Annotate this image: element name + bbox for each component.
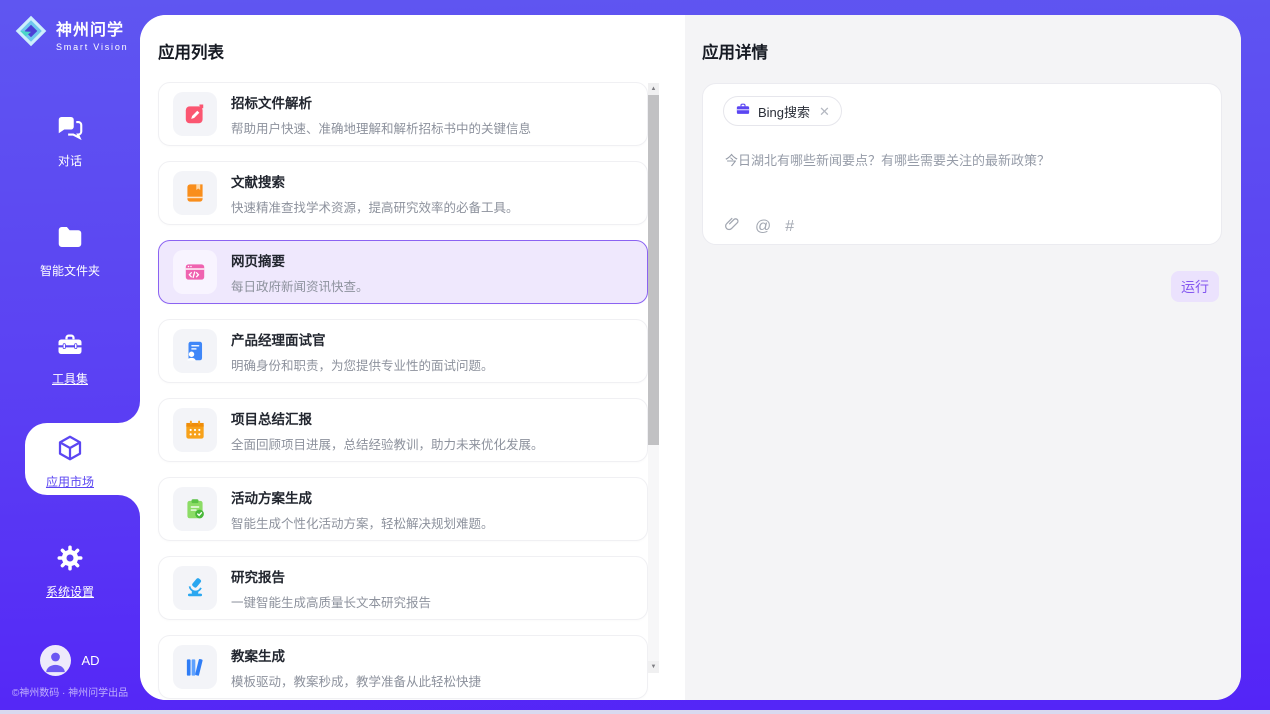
user-name: AD — [81, 653, 99, 668]
sidebar: 神州问学 Smart Vision 对话 智能文件夹 — [0, 0, 140, 714]
main-content: 应用列表 招标文件解析 帮助用户快速、准确地理解和解析招标书中的关键信息 — [140, 15, 1241, 700]
app-list-panel: 应用列表 招标文件解析 帮助用户快速、准确地理解和解析招标书中的关键信息 — [140, 15, 685, 700]
run-button[interactable]: 运行 — [1171, 271, 1219, 302]
brand: 神州问学 Smart Vision — [13, 13, 128, 54]
app-card-title: 教案生成 — [231, 645, 481, 665]
scroll-down-icon[interactable]: ▼ — [648, 661, 659, 673]
window-bottom-edge — [0, 710, 1270, 714]
app-detail-panel: 应用详情 Bing搜索 ✕ 今日湖北有哪些新闻要点？有哪些需要关注的最新政策？ — [685, 15, 1241, 700]
app-list-title: 应用列表 — [158, 39, 224, 63]
app-card-desc: 智能生成个性化活动方案，轻松解决规划难题。 — [231, 513, 494, 532]
app-card-title: 产品经理面试官 — [231, 329, 494, 349]
web-summary-icon — [173, 250, 217, 294]
tool-chip-label: Bing搜索 — [758, 102, 810, 121]
sidebar-item-label: 对话 — [0, 152, 140, 169]
paperclip-icon[interactable] — [723, 215, 741, 238]
bump-curve-bottom — [118, 495, 140, 517]
app-card-pm-interviewer[interactable]: 产品经理面试官 明确身份和职责，为您提供专业性的面试问题。 — [158, 319, 648, 383]
folder-icon — [55, 239, 85, 256]
app-card-web-summary[interactable]: 网页摘要 每日政府新闻资讯快查。 — [158, 240, 648, 304]
sidebar-item-settings[interactable]: 系统设置 — [0, 543, 140, 600]
app-card-literature-search[interactable]: 文献搜索 快速精准查找学术资源，提高研究效率的必备工具。 — [158, 161, 648, 225]
prompt-composer: Bing搜索 ✕ 今日湖北有哪些新闻要点？有哪些需要关注的最新政策？ @ # — [702, 83, 1222, 245]
app-card-title: 研究报告 — [231, 566, 431, 586]
at-icon[interactable]: @ — [755, 217, 771, 237]
query-input[interactable]: 今日湖北有哪些新闻要点？有哪些需要关注的最新政策？ — [725, 150, 1201, 169]
composer-toolbar: @ # — [723, 215, 794, 238]
app-card-research-report[interactable]: 研究报告 一键智能生成高质量长文本研究报告 — [158, 556, 648, 620]
app-card-title: 招标文件解析 — [231, 92, 531, 112]
app-card-desc: 全面回顾项目进展，总结经验教训，助力未来优化发展。 — [231, 434, 544, 453]
sidebar-item-label: 工具集 — [0, 370, 140, 387]
toolbox-icon — [55, 347, 85, 364]
sidebar-item-toolset[interactable]: 工具集 — [0, 330, 140, 387]
lesson-plan-icon — [173, 645, 217, 689]
activity-plan-icon — [173, 487, 217, 531]
briefcase-icon — [735, 101, 751, 122]
list-scrollbar[interactable]: ▲ ▼ — [648, 83, 659, 673]
project-summary-icon — [173, 408, 217, 452]
sidebar-item-chat[interactable]: 对话 — [0, 112, 140, 169]
app-card-desc: 明确身份和职责，为您提供专业性的面试问题。 — [231, 355, 494, 374]
diamond-logo-icon — [13, 13, 49, 54]
app-card-activity-plan[interactable]: 活动方案生成 智能生成个性化活动方案，轻松解决规划难题。 — [158, 477, 648, 541]
app-detail-title: 应用详情 — [702, 39, 768, 63]
app-card-title: 活动方案生成 — [231, 487, 494, 507]
user-account[interactable]: AD — [0, 645, 140, 676]
avatar-icon — [40, 645, 71, 676]
research-report-icon — [173, 566, 217, 610]
brand-subtitle: Smart Vision — [56, 42, 128, 52]
app-card-bid-analysis[interactable]: 招标文件解析 帮助用户快速、准确地理解和解析招标书中的关键信息 — [158, 82, 648, 146]
bump-curve-top — [118, 401, 140, 423]
app-card-desc: 快速精准查找学术资源，提高研究效率的必备工具。 — [231, 197, 519, 216]
bid-document-icon — [173, 92, 217, 136]
sidebar-item-smart-folder[interactable]: 智能文件夹 — [0, 222, 140, 279]
app-card-desc: 一键智能生成高质量长文本研究报告 — [231, 592, 431, 611]
tool-chip-bing-search[interactable]: Bing搜索 ✕ — [723, 96, 842, 126]
app-card-desc: 模板驱动，教案秒成，教学准备从此轻松快捷 — [231, 671, 481, 690]
cube-icon — [55, 450, 85, 467]
app-card-title: 网页摘要 — [231, 250, 369, 270]
pm-interviewer-icon — [173, 329, 217, 373]
app-card-desc: 帮助用户快速、准确地理解和解析招标书中的关键信息 — [231, 118, 531, 137]
app-card-title: 文献搜索 — [231, 171, 519, 191]
app-card-lesson-plan[interactable]: 教案生成 模板驱动，教案秒成，教学准备从此轻松快捷 — [158, 635, 648, 699]
app-card-project-summary[interactable]: 项目总结汇报 全面回顾项目进展，总结经验教训，助力未来优化发展。 — [158, 398, 648, 462]
literature-search-icon — [173, 171, 217, 215]
chat-icon — [55, 129, 85, 146]
sidebar-item-app-market[interactable]: 应用市场 — [0, 433, 140, 490]
app-list: 招标文件解析 帮助用户快速、准确地理解和解析招标书中的关键信息 文献搜索 快速精… — [158, 82, 648, 700]
sidebar-item-label: 应用市场 — [0, 473, 140, 490]
close-icon[interactable]: ✕ — [819, 105, 830, 118]
sidebar-item-label: 智能文件夹 — [0, 262, 140, 279]
scrollbar-thumb[interactable] — [648, 95, 659, 445]
gear-icon — [55, 560, 85, 577]
scroll-up-icon[interactable]: ▲ — [648, 83, 659, 95]
sidebar-item-label: 系统设置 — [0, 583, 140, 600]
scrollbar-track[interactable] — [648, 445, 659, 661]
sidebar-footer: ©神州数码 · 神州问学出品 — [0, 684, 140, 699]
app-card-title: 项目总结汇报 — [231, 408, 544, 428]
brand-name: 神州问学 — [56, 22, 124, 39]
hash-icon[interactable]: # — [785, 217, 794, 237]
app-card-desc: 每日政府新闻资讯快查。 — [231, 276, 369, 295]
